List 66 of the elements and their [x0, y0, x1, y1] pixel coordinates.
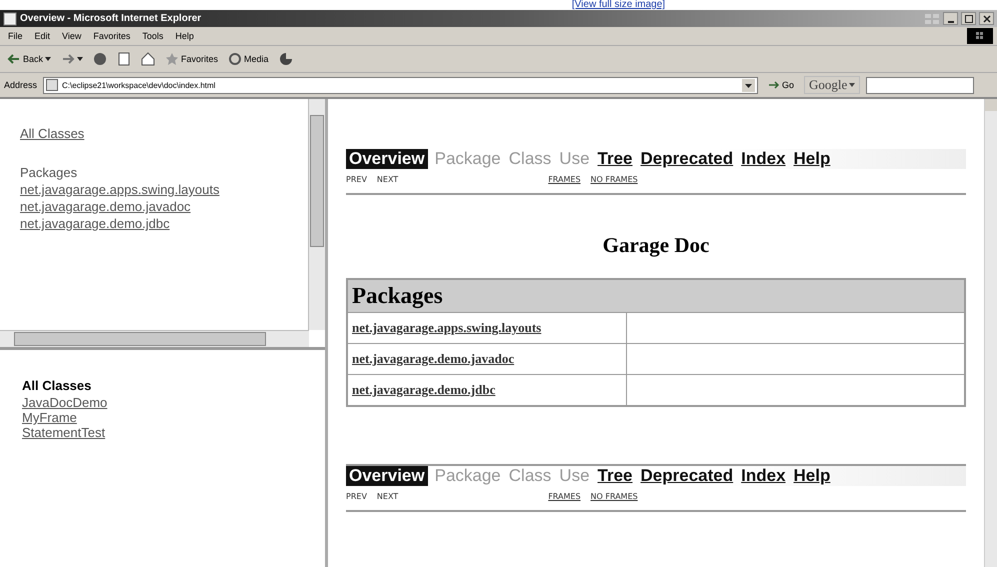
menu-item[interactable]: File: [8, 31, 23, 41]
nav-link[interactable]: Index: [740, 466, 787, 486]
no-frames-link[interactable]: NO FRAMES: [590, 492, 638, 501]
maximize-icon: [964, 14, 972, 22]
nav-link[interactable]: Tree: [596, 466, 634, 486]
back-arrow-icon: [7, 52, 21, 66]
view-full-size-link[interactable]: [View full size image]: [572, 0, 666, 10]
search-field[interactable]: [866, 76, 974, 94]
close-button[interactable]: [979, 12, 994, 25]
menu-item[interactable]: Help: [175, 31, 194, 41]
toolbar-button[interactable]: Favorites: [162, 52, 222, 66]
maximize-button[interactable]: [961, 12, 976, 25]
menu-item[interactable]: View: [62, 31, 82, 41]
type-name-link[interactable]: StatementTest: [22, 425, 106, 440]
type-name-link[interactable]: JavaDocDemo: [22, 395, 108, 410]
close-icon: [982, 14, 990, 22]
address-label: Address: [4, 80, 38, 90]
menu-item[interactable]: Tools: [142, 31, 164, 41]
prev-label: PREV: [346, 175, 367, 184]
prev-label: PREV: [346, 492, 367, 501]
all-classes-heading: All Classes: [22, 378, 92, 393]
namespace-link[interactable]: net.javagarage.apps.swing.layouts: [20, 181, 220, 198]
windows-logo-icon: [967, 28, 993, 44]
page-icon: [3, 12, 17, 26]
type-name-link[interactable]: MyFrame: [22, 410, 77, 425]
home-icon: [141, 52, 156, 66]
menu-item[interactable]: Favorites: [93, 31, 130, 41]
no-frames-link[interactable]: NO FRAMES: [590, 175, 638, 184]
document-title: Garage Doc: [602, 233, 710, 258]
go-button[interactable]: Go: [764, 80, 798, 90]
vertical-scrollbar[interactable]: [984, 99, 997, 567]
nav-link[interactable]: Deprecated: [640, 149, 734, 169]
packages-heading: Packages: [20, 164, 78, 181]
caret-icon: [849, 83, 856, 87]
caret-icon: [45, 57, 52, 61]
nav-link[interactable]: Overview: [346, 149, 428, 169]
window-title: Overview - Microsoft Internet Explorer: [20, 13, 202, 24]
arrow-icon: [768, 80, 780, 90]
menu-item[interactable]: Edit: [34, 31, 50, 41]
next-label: NEXT: [376, 492, 398, 501]
toolbar-button[interactable]: Back: [4, 52, 54, 66]
minimize-button[interactable]: [943, 12, 958, 25]
google-button[interactable]: Google: [804, 76, 860, 94]
nav-link[interactable]: Help: [792, 149, 832, 169]
forward-arrow-icon: [61, 52, 76, 66]
caret-icon: [77, 57, 84, 61]
nav-link[interactable]: Help: [792, 466, 832, 486]
table-header: Packages: [347, 279, 965, 312]
nav-link[interactable]: Tree: [596, 149, 634, 169]
nav-link[interactable]: Index: [740, 149, 787, 169]
namespace-link[interactable]: net.javagarage.demo.javadoc: [20, 198, 191, 215]
namespace-link[interactable]: net.javagarage.demo.jdbc: [20, 215, 170, 232]
page-icon: [46, 79, 58, 91]
minimize-icon: [948, 20, 954, 22]
toolbar-button[interactable]: Media: [225, 52, 272, 66]
address-field[interactable]: C:\eclipse21\workspace\dev\doc\index.html: [43, 76, 758, 94]
all-classes-link[interactable]: All Classes: [20, 125, 84, 142]
horizontal-scrollbar[interactable]: [0, 330, 309, 347]
frames-link[interactable]: FRAMES: [548, 175, 581, 184]
next-label: NEXT: [376, 175, 398, 184]
frames-link[interactable]: FRAMES: [548, 492, 581, 501]
stop-icon: [93, 52, 108, 66]
nav-link[interactable]: Overview: [346, 466, 428, 486]
nav-link[interactable]: Deprecated: [640, 466, 734, 486]
vertical-scrollbar[interactable]: [308, 99, 325, 330]
windows-logo-icon: [924, 12, 940, 24]
